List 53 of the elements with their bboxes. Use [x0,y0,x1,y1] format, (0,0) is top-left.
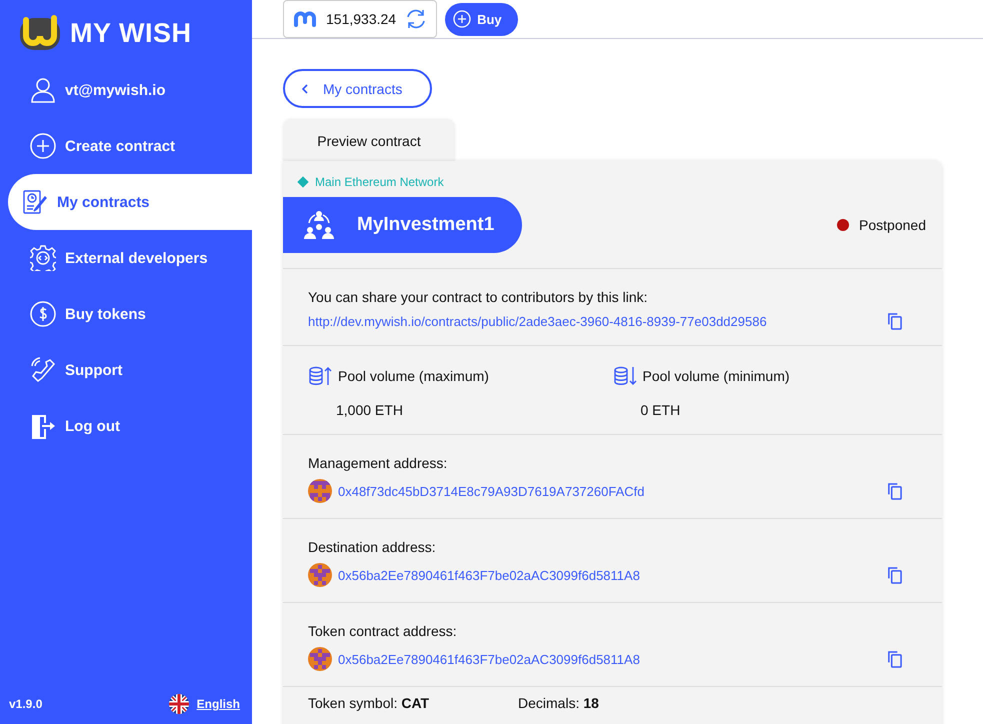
address-link[interactable]: 0x56ba2Ee7890461f463F7be02aAC3099f6d5811A8 [338,568,640,582]
pool-label: Pool volume (minimum) [642,368,790,384]
share-label: You can share your contract to contributors by this link: [308,289,649,305]
language-link[interactable]: English [196,697,240,711]
token-field: Decimals: 18 [518,695,728,711]
database-arrow-icon [612,366,636,386]
copy-icon[interactable] [887,313,902,330]
document-pen-icon [22,189,48,215]
identicon-icon [308,647,332,671]
investors-icon [303,209,335,241]
version-label: v1.9.0 [9,697,42,711]
network-label: Main Ethereum Network [315,175,444,189]
nav-item[interactable]: Buy tokens [8,286,252,342]
dollar-icon [30,301,56,327]
copy-icon[interactable] [887,650,902,668]
nav-item[interactable]: External developers [8,230,252,286]
balance-display: 151,933.24 [283,0,438,38]
user-icon [30,77,56,103]
copy-icon[interactable] [887,482,902,500]
token-icon [292,10,318,28]
gear-icon [30,245,56,271]
address-label: Management address: [308,455,448,471]
plus-icon [30,133,56,159]
contract-name: MyInvestment1 [357,214,494,236]
nav-item[interactable]: Log out [8,398,252,454]
chevron-left-icon [301,82,309,94]
address-label: Destination address: [308,539,437,555]
identicon-icon [308,563,332,587]
logo-icon [18,14,62,52]
buy-button[interactable]: Buy [445,2,518,36]
identicon-icon [308,479,332,503]
address-link[interactable]: 0x56ba2Ee7890461f463F7be02aAC3099f6d5811A8 [338,652,640,666]
address-label: Token contract address: [308,623,458,639]
logo-text: MY WISH [70,18,192,48]
nav-item[interactable]: Support [8,342,252,398]
logout-icon [30,413,56,439]
tab[interactable]: Preview contract [283,120,455,161]
nav-item[interactable]: My contracts [8,174,252,230]
pool-label: Pool volume (maximum) [338,368,489,384]
pool-value: 0 ETH [640,402,682,418]
uk-flag-icon [168,694,189,714]
nav-item[interactable]: vt@mywish.io [8,62,252,118]
phone-icon [30,357,56,383]
token-field: Token symbol: CAT [308,695,518,711]
nav-item[interactable]: Create contract [8,118,252,174]
plus-icon [453,10,472,28]
status-label: Postponed [859,217,926,233]
address-link[interactable]: 0x48f73dc45bD3714E8c79A93D7619A737260FACfd [338,484,644,498]
copy-icon[interactable] [887,566,902,584]
pool-value: 1,000 ETH [336,402,404,418]
share-link[interactable]: http://dev.mywish.io/contracts/public/2ade3aec-3960-4816-8939-77e03dd29586 [308,314,767,329]
database-arrow-icon [308,366,332,386]
back-button[interactable]: My contracts [283,69,432,108]
